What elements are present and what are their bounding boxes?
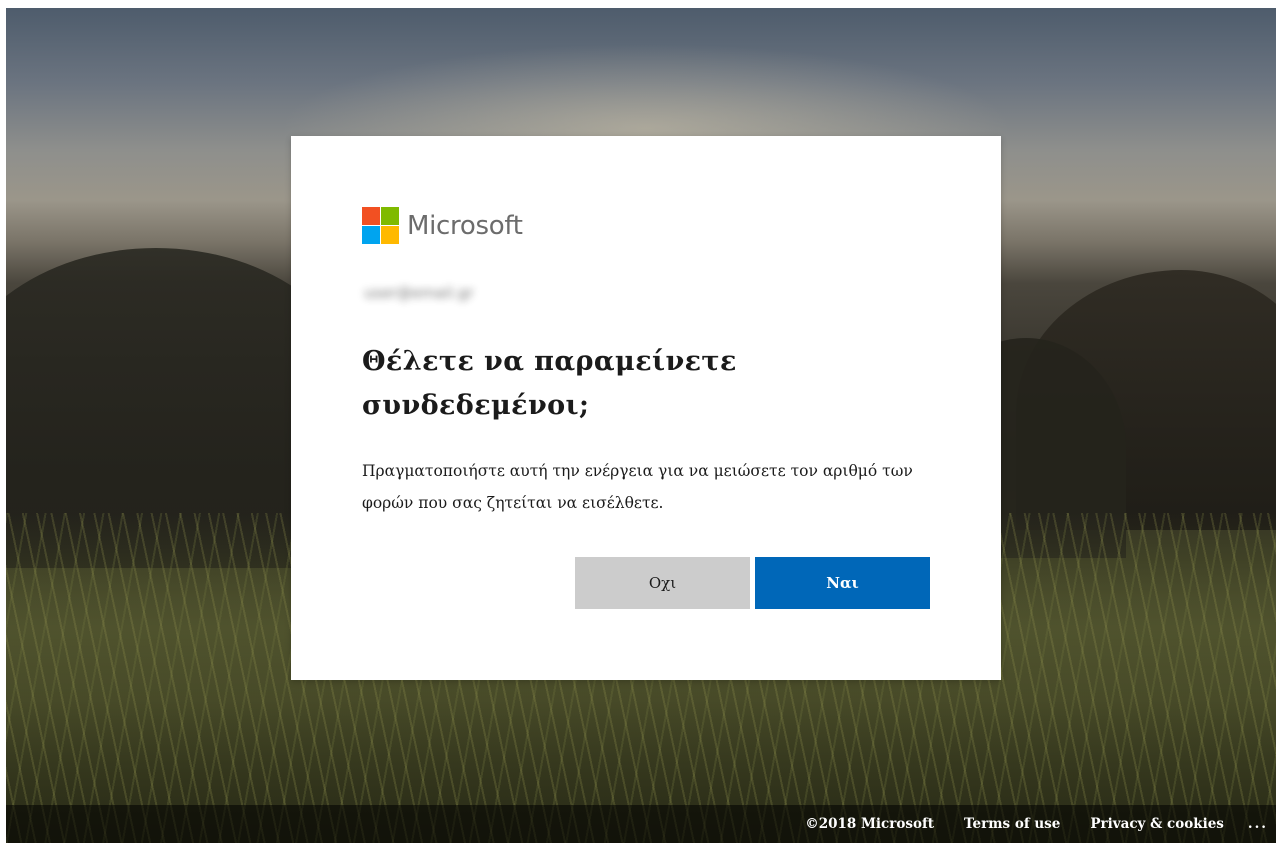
footer-copyright: ©2018 Microsoft [805,816,935,832]
logo-square-red [362,207,380,225]
brand-logo: Microsoft [362,207,523,244]
dialog-title: Θέλετε να παραμείνετε συνδεδεμένοι; [362,346,737,421]
page-frame: Microsoft user@email.gr Θέλετε να παραμε… [6,8,1276,843]
footer: ©2018 Microsoft Terms of use Privacy & c… [6,805,1276,843]
dialog-description: Πραγματοποιήστε αυτή την ενέργεια για να… [362,462,913,512]
more-options-icon[interactable]: ... [1248,816,1268,832]
logo-square-blue [362,226,380,244]
brand-name: Microsoft [407,210,523,241]
yes-button[interactable]: Ναι [755,557,930,609]
logo-square-green [381,207,399,225]
microsoft-logo-icon [362,207,399,244]
stay-signed-in-dialog: Microsoft user@email.gr Θέλετε να παραμε… [291,136,1001,680]
account-email: user@email.gr [364,284,474,302]
logo-square-yellow [381,226,399,244]
no-button[interactable]: Οχι [575,557,750,609]
terms-of-use-link[interactable]: Terms of use [964,816,1060,832]
privacy-cookies-link[interactable]: Privacy & cookies [1090,816,1224,832]
